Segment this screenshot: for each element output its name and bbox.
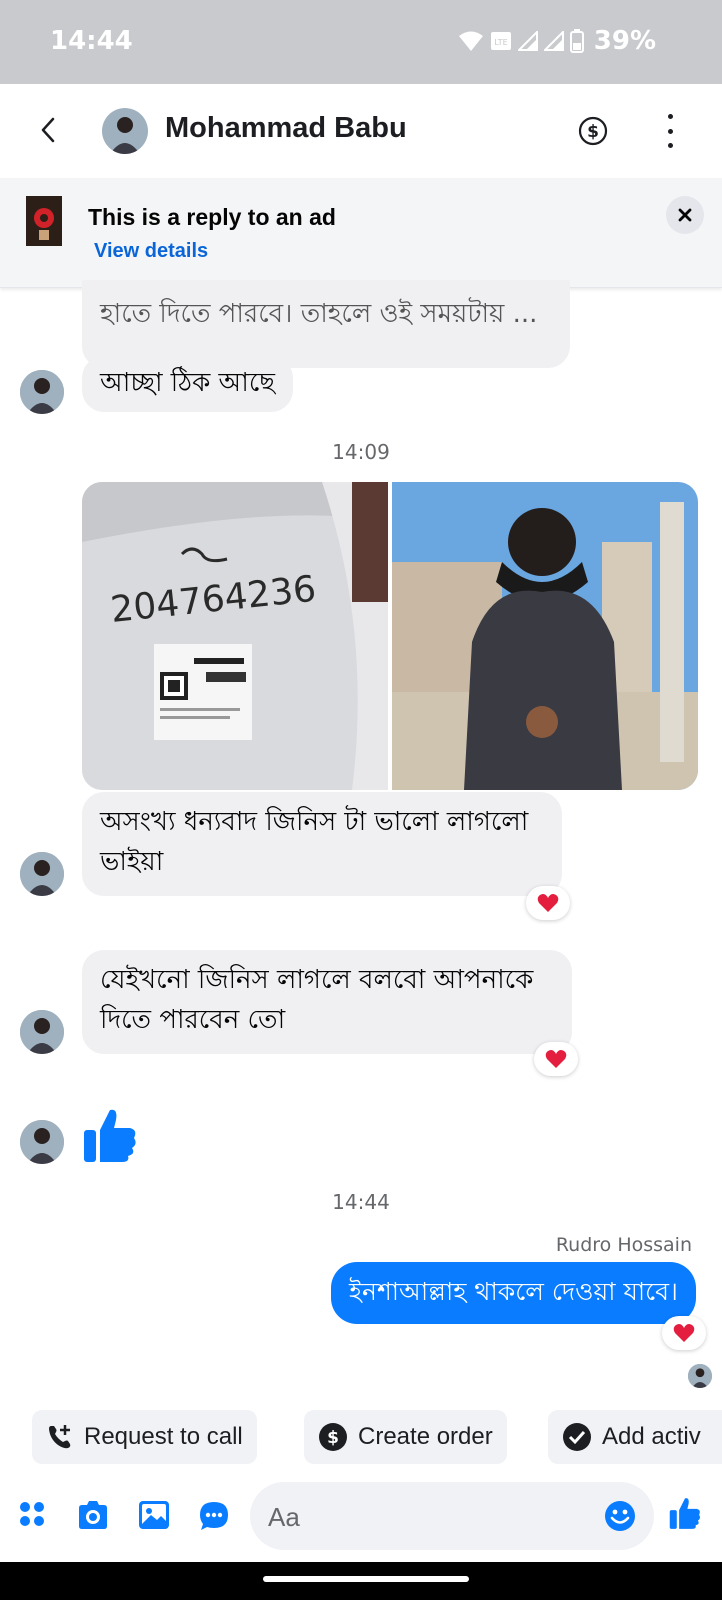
message-text: যেইখনো জিনিস লাগলে বলবো আপনাকে দিতে পারব… [100, 965, 534, 1035]
status-icons: LTE 39% [458, 26, 656, 56]
message-text: হাতে দিতে পারবে। তাহলে ওই সময়টায় ... [100, 299, 538, 329]
wifi-icon [458, 31, 483, 51]
message-text: অসংখ্য ধন্যবাদ জিনিস টা ভালো লাগলো ভাইয়… [100, 807, 529, 877]
thumbs-up-message-icon[interactable] [82, 1106, 138, 1164]
message-reaction[interactable] [662, 1316, 706, 1350]
message-reaction[interactable] [526, 886, 570, 920]
seen-receipt-avatar [688, 1364, 712, 1388]
create-order-chip[interactable]: $ Create order [304, 1410, 507, 1464]
quick-action-chips: Request to call $ Create order Add activ [0, 1410, 722, 1466]
message-bubble-incoming[interactable]: হাতে দিতে পারবে। তাহলে ওই সময়টায় ... [82, 280, 570, 368]
status-bar: 14:44 LTE 39% [0, 0, 722, 84]
message-bubble-incoming[interactable]: অসংখ্য ধন্যবাদ জিনিস টা ভালো লাগলো ভাইয়… [82, 792, 562, 896]
message-bubble-incoming[interactable]: আচ্ছা ঠিক আছে [82, 356, 294, 412]
camera-icon[interactable] [76, 1500, 110, 1530]
battery-percentage: 39% [593, 26, 656, 56]
heart-icon [545, 1050, 567, 1068]
photo-person[interactable] [392, 482, 698, 790]
sender-name: Rudro Hossain [555, 1234, 692, 1256]
chip-label: Add activ [602, 1423, 701, 1450]
photo-package[interactable]: 204764236 [82, 482, 388, 790]
message-reaction[interactable] [534, 1042, 578, 1076]
ad-banner-title: This is a reply to an ad [88, 204, 336, 230]
close-banner-button[interactable] [666, 196, 704, 234]
message-bubble-outgoing[interactable]: ইনশাআল্লাহ থাকলে দেওয়া যাবে। [331, 1262, 696, 1324]
gallery-icon[interactable] [138, 1500, 170, 1530]
message-composer: Aa [0, 1478, 722, 1562]
emoji-icon[interactable] [604, 1500, 636, 1532]
dollar-icon: $ [578, 116, 608, 146]
contact-avatar-small[interactable] [20, 1120, 64, 1164]
battery-icon [569, 29, 584, 53]
chip-label: Create order [358, 1423, 493, 1450]
chip-label: Request to call [84, 1423, 243, 1450]
contact-avatar-small[interactable] [20, 1010, 64, 1054]
apps-icon[interactable] [18, 1500, 46, 1528]
home-gesture-handle[interactable] [263, 1576, 469, 1582]
message-bubble-incoming[interactable]: যেইখনো জিনিস লাগলে বলবো আপনাকে দিতে পারব… [82, 950, 572, 1054]
contact-avatar-small[interactable] [20, 852, 64, 896]
message-input-placeholder: Aa [268, 1502, 300, 1532]
more-icon [667, 114, 673, 119]
thumbs-up-icon[interactable] [668, 1496, 702, 1530]
chat-bubble-icon[interactable] [198, 1500, 230, 1532]
back-button[interactable] [28, 110, 68, 150]
heart-icon [537, 894, 559, 912]
close-icon [678, 208, 692, 222]
status-time: 14:44 [50, 26, 133, 56]
conversation-header: Mohammad Babu $ [0, 84, 722, 178]
heart-icon [673, 1324, 695, 1342]
message-input[interactable]: Aa [250, 1482, 654, 1550]
svg-text:LTE: LTE [494, 38, 507, 47]
signal-icon [517, 31, 538, 51]
svg-text:$: $ [327, 1428, 339, 1448]
message-timestamp: 14:09 [332, 440, 390, 464]
message-text: আচ্ছা ঠিক আছে [100, 368, 276, 398]
contact-avatar[interactable] [102, 108, 148, 154]
payment-button[interactable]: $ [578, 116, 608, 146]
system-navigation-bar [0, 1562, 722, 1600]
more-options-button[interactable] [660, 114, 680, 148]
checkmark-circle-icon [563, 1423, 591, 1451]
back-icon [41, 117, 55, 143]
dollar-icon: $ [319, 1423, 347, 1451]
contact-name[interactable]: Mohammad Babu [165, 112, 407, 145]
svg-text:$: $ [587, 122, 599, 142]
view-details-link[interactable]: View details [94, 240, 208, 263]
ad-reply-banner: This is a reply to an ad View details [0, 178, 722, 288]
signal-icon [543, 31, 564, 51]
contact-avatar-small[interactable] [20, 370, 64, 414]
request-call-chip[interactable]: Request to call [32, 1410, 257, 1464]
message-text: ইনশাআল্লাহ থাকলে দেওয়া যাবে। [349, 1277, 678, 1306]
phone-add-icon [49, 1425, 71, 1449]
volte-icon: LTE [490, 32, 511, 50]
add-activity-chip[interactable]: Add activ [548, 1410, 722, 1464]
ad-thumbnail[interactable] [26, 196, 62, 246]
message-timestamp: 14:44 [332, 1190, 390, 1214]
photo-attachment-group[interactable]: 204764236 [82, 482, 698, 790]
